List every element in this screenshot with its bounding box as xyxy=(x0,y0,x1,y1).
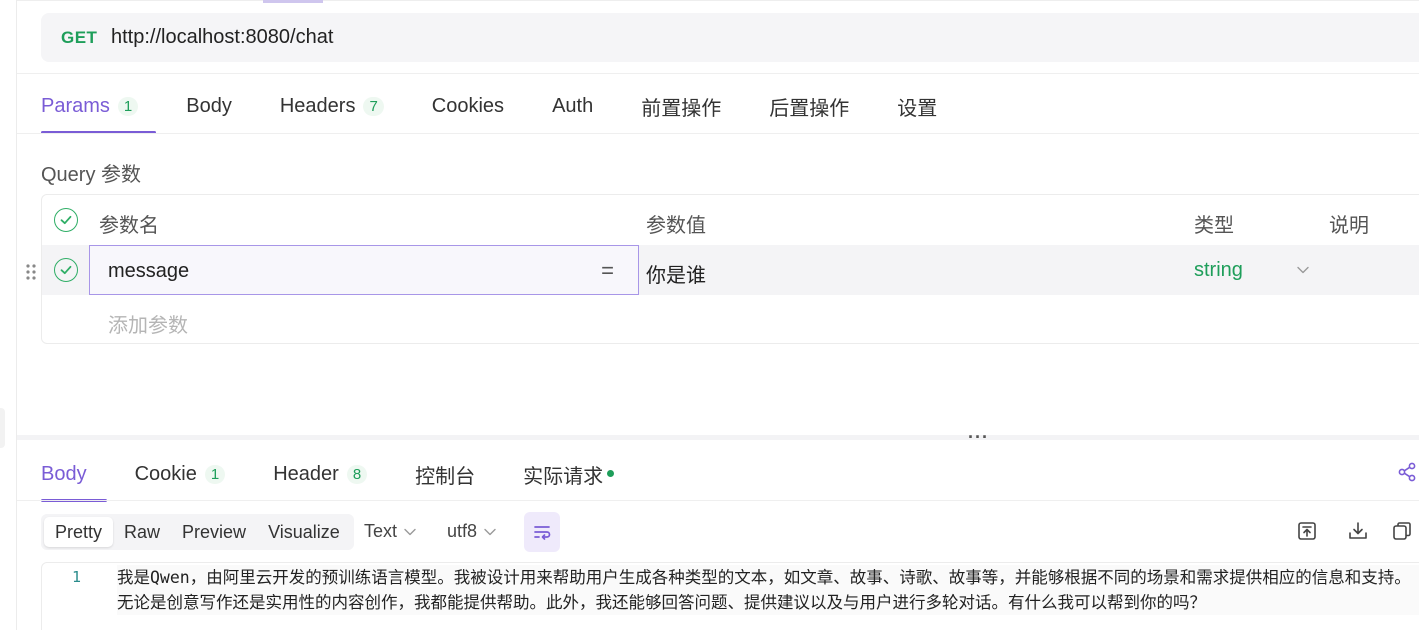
format-type-dropdown[interactable]: Text xyxy=(364,521,417,542)
query-params-table: 参数名 参数值 类型 说明 message = 你是谁 string 添加参数 xyxy=(41,194,1419,344)
tab-actual-request[interactable]: 实际请求 xyxy=(523,446,615,502)
add-param-row[interactable]: 添加参数 xyxy=(42,295,1419,345)
view-pretty-button[interactable]: Pretty xyxy=(44,517,114,547)
divider xyxy=(17,500,1419,501)
table-row: message = 你是谁 string xyxy=(42,245,1419,295)
line-number: 1 xyxy=(72,568,82,586)
chevron-down-icon xyxy=(404,528,416,535)
header-name: 参数名 xyxy=(99,215,159,237)
tab-badge: 8 xyxy=(346,464,368,484)
tab-response-body[interactable]: Body xyxy=(41,446,107,502)
encoding-value: utf8 xyxy=(447,521,478,541)
request-tabs: Params 1 Body Headers 7 Cookies Auth 前置操… xyxy=(41,78,985,134)
tab-label: 控制台 xyxy=(415,465,476,488)
tab-badge: 1 xyxy=(204,464,226,484)
tab-auth[interactable]: Auth xyxy=(552,78,593,134)
copy-icon[interactable] xyxy=(1391,520,1413,542)
param-name-text: message xyxy=(108,260,190,282)
tab-label: Body xyxy=(186,94,232,117)
tab-badge: 1 xyxy=(117,96,139,116)
top-divider xyxy=(17,0,1419,1)
panel-splitter[interactable] xyxy=(17,435,1419,440)
tab-label: 设置 xyxy=(897,97,938,120)
response-tabs: Body Cookie 1 Header 8 控制台 实际请求 xyxy=(41,446,662,502)
left-rail xyxy=(0,0,17,630)
add-param-placeholder: 添加参数 xyxy=(108,315,188,337)
response-body-text: 我是Qwen，由阿里云开发的预训练语言模型。我被设计用来帮助用户生成各种类型的文… xyxy=(117,565,1419,615)
tab-label: Auth xyxy=(552,94,594,117)
tab-badge: 7 xyxy=(363,96,384,116)
status-dot-icon xyxy=(607,469,615,477)
tab-label: Header xyxy=(273,462,339,485)
tab-label: Body xyxy=(41,462,87,485)
divider xyxy=(17,133,1419,134)
tab-label: 实际请求 xyxy=(523,465,604,488)
view-raw-button[interactable]: Raw xyxy=(113,517,171,547)
collapse-all-icon[interactable] xyxy=(1296,520,1318,542)
chevron-down-icon xyxy=(484,528,496,535)
check-icon xyxy=(60,265,72,275)
table-header-row: 参数名 参数值 类型 说明 xyxy=(42,195,1419,245)
wrap-lines-icon xyxy=(534,526,551,540)
divider xyxy=(17,73,1419,74)
tab-cookies[interactable]: Cookies xyxy=(432,78,504,134)
view-visualize-button[interactable]: Visualize xyxy=(257,517,351,547)
check-icon xyxy=(60,215,72,225)
url-bar[interactable]: GET http://localhost:8080/chat xyxy=(41,13,1419,62)
response-toolbar: Pretty Raw Preview Visualize Text utf8 xyxy=(41,512,1419,552)
tab-settings[interactable]: 设置 xyxy=(897,78,937,134)
select-all-checkbox[interactable] xyxy=(54,208,78,232)
tab-body[interactable]: Body xyxy=(186,78,232,134)
tab-post-request[interactable]: 后置操作 xyxy=(769,78,849,134)
url-input[interactable]: http://localhost:8080/chat xyxy=(111,26,333,49)
encoding-dropdown[interactable]: utf8 xyxy=(447,521,497,542)
tab-label: Params xyxy=(41,94,110,117)
word-wrap-button[interactable] xyxy=(524,512,560,552)
tab-console[interactable]: 控制台 xyxy=(415,446,475,502)
header-value: 参数值 xyxy=(646,215,706,237)
top-tab-indicator xyxy=(263,0,323,3)
chevron-down-icon[interactable] xyxy=(1296,263,1310,277)
share-icon[interactable] xyxy=(1396,461,1418,483)
splitter-dots-icon[interactable]: ··· xyxy=(968,428,989,446)
tab-label: 后置操作 xyxy=(769,97,850,120)
tab-label: Headers xyxy=(279,94,356,117)
param-type-select[interactable]: string xyxy=(1194,259,1243,282)
drag-handle-icon[interactable] xyxy=(25,263,37,281)
tab-params[interactable]: Params 1 xyxy=(41,78,157,134)
param-name-input[interactable]: message = xyxy=(89,245,639,295)
tab-response-cookie[interactable]: Cookie 1 xyxy=(135,446,226,502)
download-icon[interactable] xyxy=(1347,520,1369,542)
tab-label: Cookies xyxy=(431,94,505,117)
tab-response-header[interactable]: Header 8 xyxy=(273,446,368,502)
header-description: 说明 xyxy=(1329,215,1369,237)
view-mode-segmented: Pretty Raw Preview Visualize xyxy=(41,514,354,550)
tab-headers[interactable]: Headers 7 xyxy=(280,78,384,134)
header-type: 类型 xyxy=(1194,215,1234,237)
tab-label: 前置操作 xyxy=(641,97,722,120)
equals-sign: = xyxy=(601,258,614,283)
response-body-viewer[interactable]: 1 我是Qwen，由阿里云开发的预训练语言模型。我被设计用来帮助用户生成各种类型… xyxy=(41,562,1419,630)
tab-label: Cookie xyxy=(134,462,197,485)
query-section-title: Query 参数 xyxy=(41,164,142,186)
param-value-input[interactable]: 你是谁 xyxy=(646,259,706,288)
view-preview-button[interactable]: Preview xyxy=(171,517,257,547)
row-enabled-checkbox[interactable] xyxy=(54,258,78,282)
rail-collapse-handle[interactable] xyxy=(0,408,5,448)
method-selector[interactable]: GET xyxy=(61,28,111,48)
format-type-value: Text xyxy=(364,521,398,541)
tab-pre-request[interactable]: 前置操作 xyxy=(641,78,721,134)
